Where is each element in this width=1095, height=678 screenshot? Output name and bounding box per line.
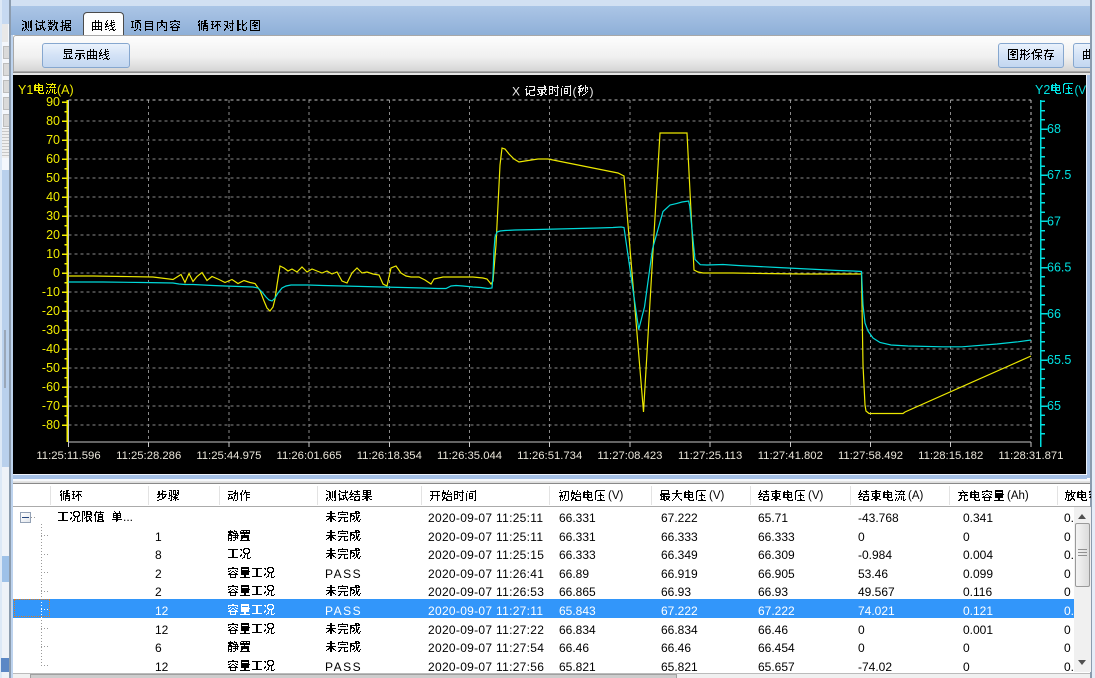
svg-text:-10: -10 — [42, 285, 60, 299]
svg-text:-40: -40 — [42, 342, 60, 356]
svg-text:60: 60 — [46, 152, 60, 166]
svg-text:40: 40 — [46, 190, 60, 204]
svg-text:11:26:18.354: 11:26:18.354 — [357, 450, 422, 462]
svg-text:67: 67 — [1047, 214, 1061, 228]
svg-text:11:26:35.044: 11:26:35.044 — [437, 450, 502, 462]
svg-text:-50: -50 — [42, 361, 60, 375]
svg-text:66.5: 66.5 — [1047, 261, 1071, 275]
svg-text:0: 0 — [53, 266, 60, 280]
svg-text:11:25:28.286: 11:25:28.286 — [116, 450, 181, 462]
svg-text:66: 66 — [1047, 307, 1061, 321]
svg-text:Y2: Y2 — [1035, 83, 1050, 97]
svg-text:10: 10 — [46, 247, 60, 261]
svg-text:65.5: 65.5 — [1047, 353, 1071, 367]
svg-text:70: 70 — [46, 133, 60, 147]
svg-text:20: 20 — [46, 228, 60, 242]
svg-text:11:27:58.492: 11:27:58.492 — [838, 450, 903, 462]
svg-text:11:26:01.665: 11:26:01.665 — [277, 450, 342, 462]
svg-text:11:26:51.734: 11:26:51.734 — [517, 450, 582, 462]
svg-text:11:28:31.871: 11:28:31.871 — [998, 450, 1063, 462]
svg-text:(V): (V) — [1075, 85, 1087, 97]
svg-text:11:27:25.113: 11:27:25.113 — [678, 450, 742, 462]
svg-text:-30: -30 — [42, 323, 60, 337]
svg-text:11:27:08.423: 11:27:08.423 — [597, 450, 662, 462]
svg-text:-20: -20 — [42, 304, 60, 318]
svg-text:-60: -60 — [42, 380, 60, 394]
svg-text:-80: -80 — [42, 418, 60, 432]
svg-text:11:27:41.802: 11:27:41.802 — [758, 450, 823, 462]
svg-text:11:28:15.182: 11:28:15.182 — [918, 450, 983, 462]
svg-text:50: 50 — [46, 171, 60, 185]
svg-text:): ) — [590, 85, 594, 99]
svg-text:Y1: Y1 — [18, 83, 33, 97]
svg-text:11:25:44.975: 11:25:44.975 — [196, 450, 261, 462]
svg-text:X: X — [512, 85, 520, 99]
svg-text:(A): (A) — [57, 83, 74, 97]
svg-text:67.5: 67.5 — [1047, 168, 1071, 182]
svg-text:30: 30 — [46, 209, 60, 223]
svg-text:90: 90 — [46, 95, 60, 109]
svg-text:-70: -70 — [42, 399, 60, 413]
svg-text:65: 65 — [1047, 399, 1061, 413]
svg-text:(: ( — [573, 85, 577, 99]
svg-text:80: 80 — [46, 114, 60, 128]
svg-text:11:25:11.596: 11:25:11.596 — [36, 450, 100, 462]
svg-text:68: 68 — [1047, 122, 1061, 136]
